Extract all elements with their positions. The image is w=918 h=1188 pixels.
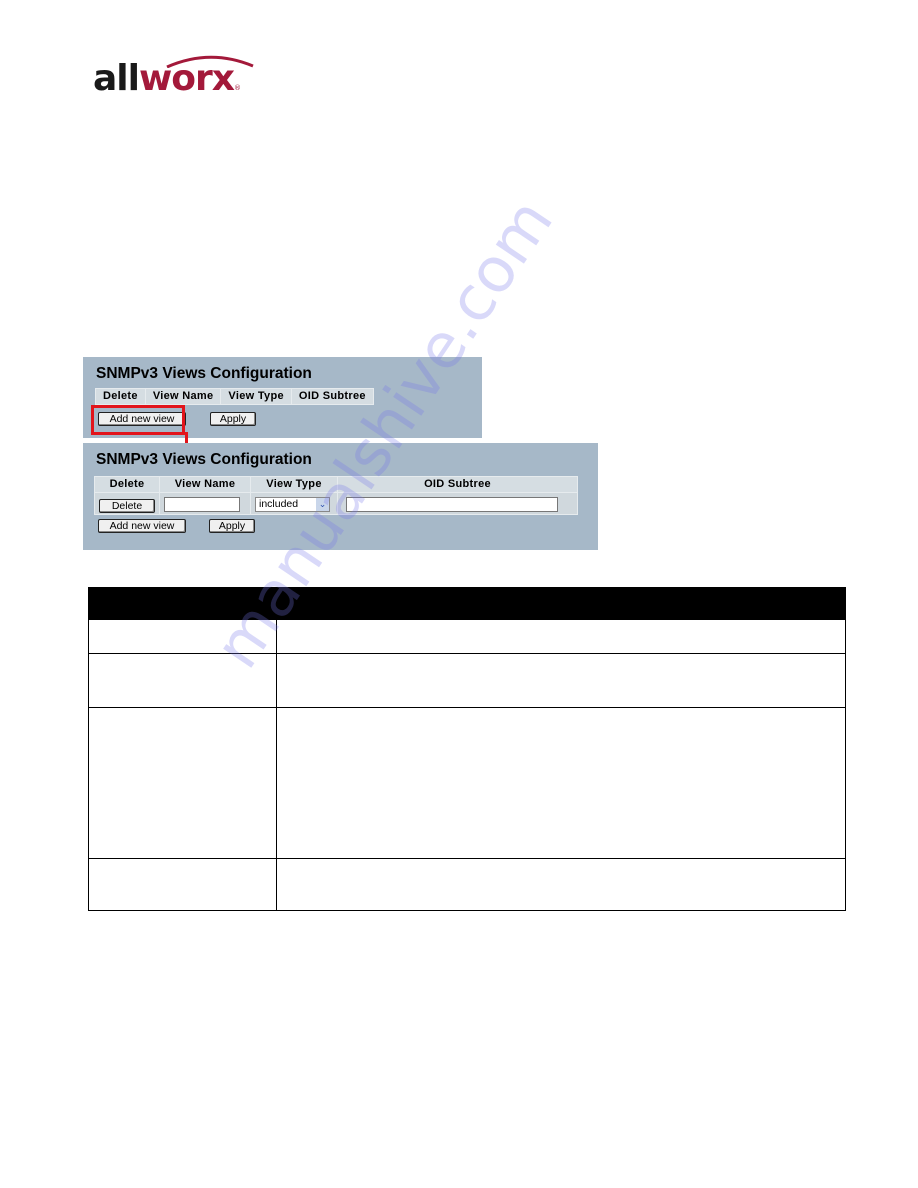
table-row (88, 619, 846, 654)
snmpv3-views-panel-after: SNMPv3 Views Configuration Delete View N… (83, 443, 598, 550)
table-row (88, 707, 846, 859)
logo-swoosh-icon (166, 55, 254, 68)
view-type-selected: included (259, 498, 299, 510)
column-header-view-name: View Name (145, 389, 221, 404)
table-row (88, 858, 846, 911)
table-header (88, 587, 846, 620)
column-header-oid-subtree: OID Subtree (338, 477, 577, 492)
description-cell (276, 619, 846, 654)
highlight-box (91, 405, 185, 435)
apply-button[interactable]: Apply (209, 519, 255, 533)
parameter-description-table (88, 587, 846, 911)
logo-text-all: all (93, 58, 140, 99)
registered-mark: ® (233, 84, 241, 92)
table-row (88, 653, 846, 708)
description-cell (276, 653, 846, 708)
delete-button[interactable]: Delete (99, 499, 155, 513)
parameter-cell (88, 858, 277, 911)
panel-title: SNMPv3 Views Configuration (96, 451, 312, 468)
column-header-delete: Delete (95, 477, 159, 492)
views-table: Delete View Name View Type OID Subtree D… (94, 476, 578, 515)
column-header-view-type: View Type (251, 477, 337, 492)
table-row: Delete included ⌄ (95, 493, 577, 514)
allworx-logo: allworx® (93, 55, 254, 99)
column-header-delete: Delete (96, 389, 145, 404)
column-header-view-type: View Type (221, 389, 291, 404)
panel-title: SNMPv3 Views Configuration (96, 365, 312, 382)
description-cell (276, 707, 846, 859)
parameter-cell (88, 653, 277, 708)
views-table-empty: Delete View Name View Type OID Subtree (95, 388, 374, 405)
description-cell (276, 858, 846, 911)
parameter-cell (88, 619, 277, 654)
column-header-oid-subtree: OID Subtree (291, 389, 373, 404)
add-new-view-button[interactable]: Add new view (98, 519, 186, 533)
apply-button[interactable]: Apply (210, 412, 256, 426)
table-header-row (88, 587, 846, 620)
view-type-select[interactable]: included ⌄ (255, 497, 330, 512)
view-name-input[interactable] (164, 497, 240, 512)
parameter-cell (88, 707, 277, 859)
oid-subtree-input[interactable] (346, 497, 558, 512)
column-header-view-name: View Name (160, 477, 250, 492)
chevron-down-icon[interactable]: ⌄ (316, 498, 329, 511)
